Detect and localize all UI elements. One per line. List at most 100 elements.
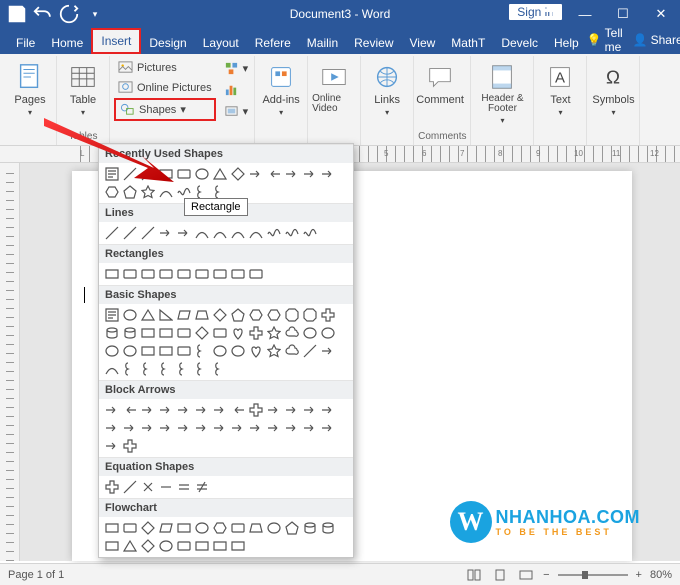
shape-option[interactable] xyxy=(301,342,319,360)
tab-view[interactable]: View xyxy=(402,32,444,54)
shape-option[interactable] xyxy=(301,165,319,183)
shape-option[interactable] xyxy=(103,401,121,419)
shape-option[interactable] xyxy=(157,324,175,342)
shape-option[interactable] xyxy=(121,165,139,183)
shape-option[interactable] xyxy=(211,519,229,537)
pictures-button[interactable]: Pictures xyxy=(114,58,216,77)
shape-option[interactable] xyxy=(211,360,229,378)
shape-option[interactable] xyxy=(265,519,283,537)
shape-option[interactable] xyxy=(211,419,229,437)
shape-option[interactable] xyxy=(247,324,265,342)
screenshot-icon[interactable]: ▾ xyxy=(222,102,251,121)
shape-option[interactable] xyxy=(103,537,121,555)
shape-option[interactable] xyxy=(175,360,193,378)
shape-option[interactable] xyxy=(121,183,139,201)
web-layout-icon[interactable] xyxy=(517,567,535,583)
shape-option[interactable] xyxy=(139,183,157,201)
shape-option[interactable] xyxy=(301,419,319,437)
shape-option[interactable] xyxy=(265,419,283,437)
shape-option[interactable] xyxy=(229,306,247,324)
shape-option[interactable] xyxy=(139,224,157,242)
shape-option[interactable] xyxy=(139,342,157,360)
shape-option[interactable] xyxy=(103,265,121,283)
shape-option[interactable] xyxy=(103,360,121,378)
shape-option[interactable] xyxy=(121,265,139,283)
shape-option[interactable] xyxy=(157,265,175,283)
ribbon-options-icon[interactable] xyxy=(528,0,566,28)
shape-option[interactable] xyxy=(139,306,157,324)
shape-option[interactable] xyxy=(193,519,211,537)
shape-option[interactable] xyxy=(229,519,247,537)
shape-option[interactable] xyxy=(211,342,229,360)
shape-option[interactable] xyxy=(193,537,211,555)
shape-option[interactable] xyxy=(157,419,175,437)
shape-option[interactable] xyxy=(229,265,247,283)
shape-option[interactable] xyxy=(283,306,301,324)
shape-option[interactable] xyxy=(319,419,337,437)
shape-option[interactable] xyxy=(211,265,229,283)
shape-option[interactable] xyxy=(157,519,175,537)
print-layout-icon[interactable] xyxy=(491,567,509,583)
comment-button[interactable]: Comment xyxy=(418,58,462,106)
shape-option[interactable] xyxy=(265,324,283,342)
shape-option[interactable] xyxy=(265,306,283,324)
read-mode-icon[interactable] xyxy=(465,567,483,583)
shape-option[interactable] xyxy=(103,183,121,201)
shape-option[interactable] xyxy=(139,519,157,537)
zoom-in[interactable]: + xyxy=(636,569,642,581)
shape-option[interactable] xyxy=(121,419,139,437)
tab-mailings[interactable]: Mailin xyxy=(299,32,346,54)
shape-option[interactable] xyxy=(157,401,175,419)
shape-option[interactable] xyxy=(175,519,193,537)
shape-option[interactable] xyxy=(247,224,265,242)
shape-option[interactable] xyxy=(139,478,157,496)
shape-option[interactable] xyxy=(283,324,301,342)
shape-option[interactable] xyxy=(247,306,265,324)
header-footer-button[interactable]: Header & Footer▾ xyxy=(475,58,529,125)
shape-option[interactable] xyxy=(121,224,139,242)
shape-option[interactable] xyxy=(175,537,193,555)
maximize-icon[interactable]: ☐ xyxy=(604,0,642,28)
shape-option[interactable] xyxy=(175,419,193,437)
chart-icon[interactable] xyxy=(222,80,251,99)
shape-option[interactable] xyxy=(193,478,211,496)
shape-option[interactable] xyxy=(175,478,193,496)
shape-option[interactable] xyxy=(193,265,211,283)
save-icon[interactable] xyxy=(6,3,28,25)
page-indicator[interactable]: Page 1 of 1 xyxy=(8,569,64,581)
shape-option[interactable] xyxy=(211,165,229,183)
tab-insert[interactable]: Insert xyxy=(91,28,141,54)
shape-option[interactable] xyxy=(157,306,175,324)
shape-option[interactable] xyxy=(103,224,121,242)
tell-me[interactable]: 💡Tell me xyxy=(587,26,623,54)
shape-option[interactable] xyxy=(211,306,229,324)
online-video-button[interactable]: Online Video xyxy=(312,58,356,114)
shape-option[interactable] xyxy=(283,419,301,437)
shape-option[interactable] xyxy=(301,306,319,324)
tab-math[interactable]: MathT xyxy=(443,32,493,54)
shape-option[interactable] xyxy=(319,519,337,537)
shape-option[interactable] xyxy=(301,324,319,342)
shape-option[interactable] xyxy=(121,401,139,419)
shape-option[interactable] xyxy=(229,224,247,242)
smartart-icon[interactable]: ▾ xyxy=(222,59,251,78)
shape-option[interactable] xyxy=(265,342,283,360)
zoom-slider[interactable] xyxy=(558,574,628,576)
shape-option[interactable] xyxy=(211,224,229,242)
shape-option[interactable] xyxy=(157,342,175,360)
shape-option[interactable] xyxy=(175,224,193,242)
tab-help[interactable]: Help xyxy=(546,32,587,54)
shape-option[interactable] xyxy=(193,224,211,242)
shape-option[interactable] xyxy=(175,306,193,324)
shape-option[interactable] xyxy=(103,437,121,455)
shape-option[interactable] xyxy=(193,401,211,419)
tab-review[interactable]: Review xyxy=(346,32,401,54)
undo-icon[interactable] xyxy=(32,3,54,25)
shape-option[interactable] xyxy=(247,419,265,437)
shape-option[interactable] xyxy=(283,519,301,537)
shape-option[interactable] xyxy=(193,419,211,437)
shape-option[interactable] xyxy=(103,519,121,537)
tab-layout[interactable]: Layout xyxy=(195,32,247,54)
shape-option[interactable] xyxy=(139,324,157,342)
shape-option[interactable] xyxy=(229,342,247,360)
